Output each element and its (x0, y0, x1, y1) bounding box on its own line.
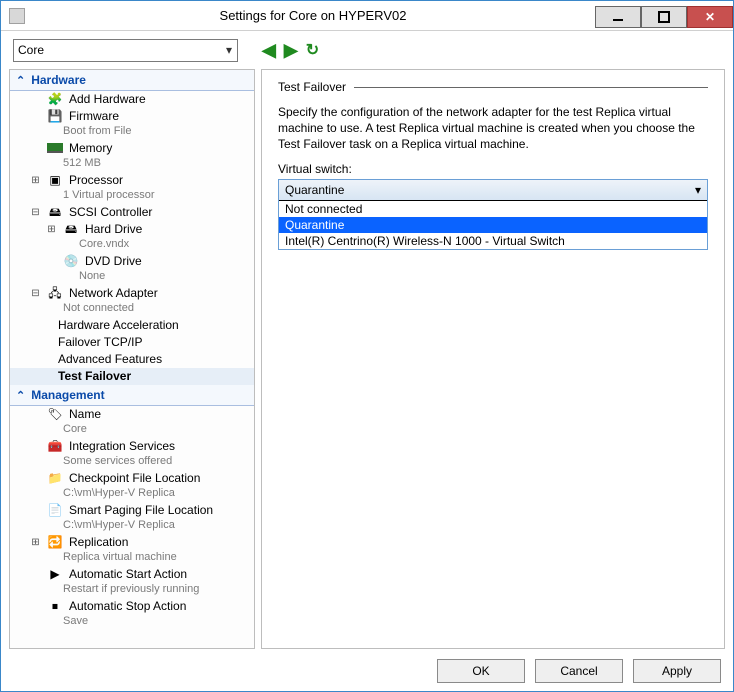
firmware-icon: 💾 (47, 109, 63, 123)
stop-action-icon: ⏹ (47, 599, 63, 613)
forward-icon[interactable]: ▶ (284, 40, 298, 61)
ok-button[interactable]: OK (437, 659, 525, 683)
combo-dropdown: Not connected Quarantine Intel(R) Centri… (279, 200, 707, 249)
dvd-icon: 💿 (63, 254, 79, 268)
detail-panel: Test Failover Specify the configuration … (261, 69, 725, 649)
tree-checkpoint-location[interactable]: 📁Checkpoint File Location C:\vm\Hyper-V … (10, 470, 254, 502)
settings-tree: ⌃ Hardware 🧩Add Hardware 💾Firmware Boot … (9, 69, 255, 649)
minimize-button[interactable] (595, 6, 641, 28)
tree-sub: Boot from File (30, 124, 254, 139)
tree-advanced-features[interactable]: Advanced Features (10, 351, 254, 368)
add-hardware-icon: 🧩 (47, 92, 63, 106)
tree-sub: Restart if previously running (30, 582, 254, 597)
section-hardware[interactable]: ⌃ Hardware (10, 70, 254, 91)
scsi-icon: 🖴 (47, 205, 63, 219)
nic-icon: 🖧 (47, 286, 63, 300)
tree-test-failover[interactable]: Test Failover (10, 368, 254, 385)
tree-sub: 512 MB (30, 156, 254, 171)
expand-icon[interactable]: ⊞ (30, 535, 41, 550)
combo-option[interactable]: Not connected (279, 201, 707, 217)
section-label: Management (31, 388, 104, 402)
panel-title: Test Failover (278, 80, 346, 94)
hard-drive-icon: 🖴 (63, 222, 79, 236)
tree-auto-stop[interactable]: ⏹Automatic Stop Action Save (10, 598, 254, 630)
collapse-icon[interactable]: ⊟ (30, 286, 41, 301)
processor-icon: ▣ (47, 173, 63, 187)
tree-sub: Some services offered (30, 454, 254, 469)
virtual-switch-combo[interactable]: Quarantine ▾ Not connected Quarantine In… (278, 179, 708, 250)
toolbar: ◀ ▶ ↻ (1, 31, 733, 69)
app-icon (9, 8, 25, 24)
back-icon[interactable]: ◀ (262, 40, 276, 61)
tree-integration-services[interactable]: 🧰Integration Services Some services offe… (10, 438, 254, 470)
cancel-button[interactable]: Cancel (535, 659, 623, 683)
dialog-buttons: OK Cancel Apply (437, 659, 721, 683)
tree-sub: Core (30, 422, 254, 437)
panel-description: Specify the configuration of the network… (278, 104, 708, 152)
refresh-icon[interactable]: ↻ (306, 40, 319, 61)
tree-hard-drive[interactable]: ⊞🖴Hard Drive Core.vndx (10, 221, 254, 253)
tree-smart-paging[interactable]: 📄Smart Paging File Location C:\vm\Hyper-… (10, 502, 254, 534)
tree-processor[interactable]: ⊞▣Processor 1 Virtual processor (10, 172, 254, 204)
paging-icon: 📄 (47, 503, 63, 517)
virtual-switch-label: Virtual switch: (278, 162, 708, 176)
tree-memory[interactable]: Memory 512 MB (10, 140, 254, 172)
titlebar: Settings for Core on HYPERV02 ✕ (1, 1, 733, 31)
section-label: Hardware (31, 73, 86, 87)
start-action-icon: ▶ (47, 567, 63, 581)
tree-dvd-drive[interactable]: 💿DVD Drive None (10, 253, 254, 285)
tree-sub: Not connected (30, 301, 254, 316)
chevron-down-icon: ▾ (695, 183, 701, 197)
name-icon: 🏷 (47, 407, 63, 421)
chevron-up-icon: ⌃ (16, 74, 25, 87)
combo-selected: Quarantine (285, 183, 344, 197)
combo-option[interactable]: Intel(R) Centrino(R) Wireless-N 1000 - V… (279, 233, 707, 249)
combo-option[interactable]: Quarantine (279, 217, 707, 233)
section-management[interactable]: ⌃ Management (10, 385, 254, 406)
tree-hw-accel[interactable]: Hardware Acceleration (10, 317, 254, 334)
checkpoint-icon: 📁 (47, 471, 63, 485)
tree-failover-tcpip[interactable]: Failover TCP/IP (10, 334, 254, 351)
tree-firmware[interactable]: 💾Firmware Boot from File (10, 108, 254, 140)
tree-sub: None (46, 269, 254, 284)
memory-icon (47, 141, 63, 155)
collapse-icon[interactable]: ⊟ (30, 205, 41, 220)
tree-sub: Replica virtual machine (30, 550, 254, 565)
window-title: Settings for Core on HYPERV02 (31, 8, 595, 23)
tree-sub: Core.vndx (46, 237, 254, 252)
tree-sub: 1 Virtual processor (30, 188, 254, 203)
tree-scsi[interactable]: ⊟🖴SCSI Controller (10, 204, 254, 221)
expand-icon[interactable]: ⊞ (46, 222, 57, 237)
apply-button[interactable]: Apply (633, 659, 721, 683)
close-button[interactable]: ✕ (687, 6, 733, 28)
tree-network-adapter[interactable]: ⊟🖧Network Adapter Not connected (10, 285, 254, 317)
tree-sub: C:\vm\Hyper-V Replica (30, 486, 254, 501)
tree-sub: Save (30, 614, 254, 629)
tree-auto-start[interactable]: ▶Automatic Start Action Restart if previ… (10, 566, 254, 598)
settings-window: Settings for Core on HYPERV02 ✕ ◀ ▶ ↻ ⌃ … (0, 0, 734, 692)
tree-add-hardware[interactable]: 🧩Add Hardware (10, 91, 254, 108)
tree-name[interactable]: 🏷Name Core (10, 406, 254, 438)
integration-icon: 🧰 (47, 439, 63, 453)
chevron-up-icon: ⌃ (16, 389, 25, 402)
replication-icon: 🔁 (47, 535, 63, 549)
tree-sub: C:\vm\Hyper-V Replica (30, 518, 254, 533)
expand-icon[interactable]: ⊞ (30, 173, 41, 188)
divider (354, 87, 708, 88)
tree-replication[interactable]: ⊞🔁Replication Replica virtual machine (10, 534, 254, 566)
maximize-button[interactable] (641, 6, 687, 28)
vm-selector[interactable] (13, 39, 238, 62)
